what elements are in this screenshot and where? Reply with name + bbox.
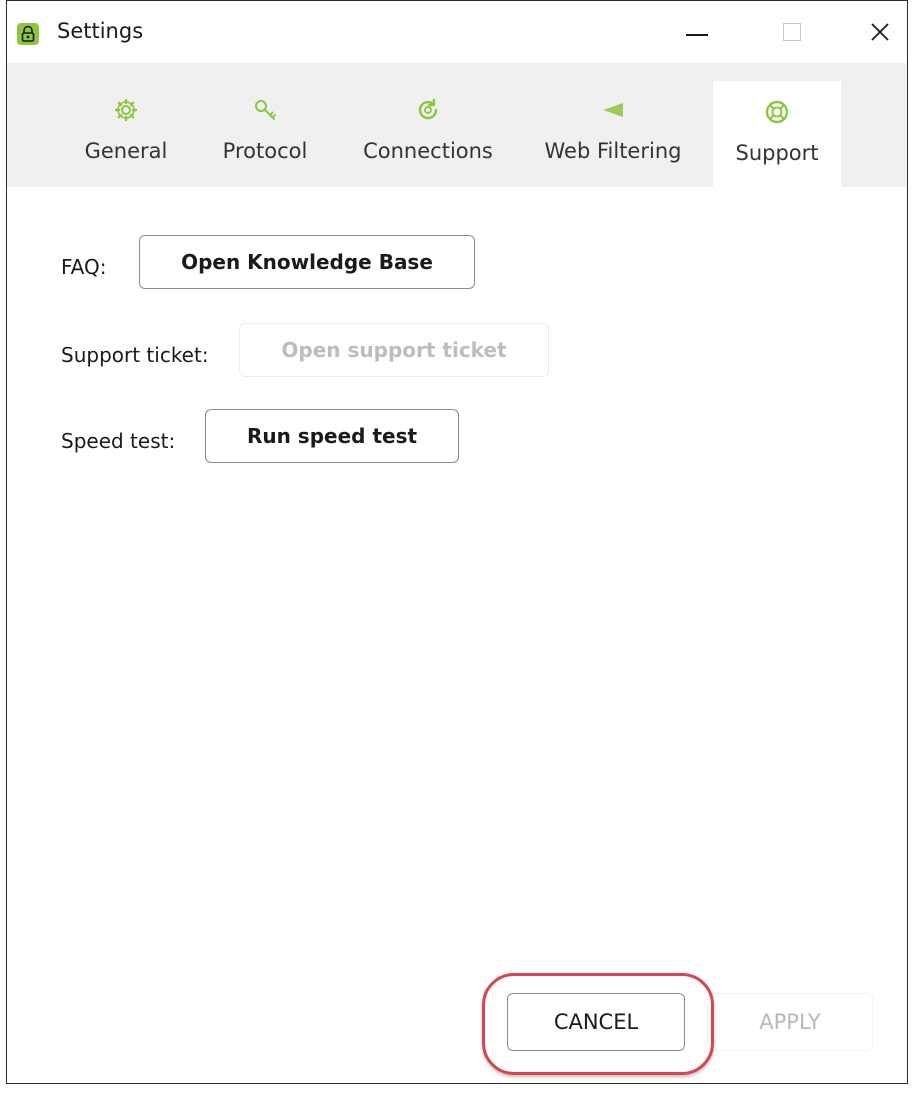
run-speed-test-button[interactable]: Run speed test: [205, 409, 459, 463]
open-support-ticket-button[interactable]: Open support ticket: [239, 323, 549, 377]
minimize-button[interactable]: [677, 15, 717, 49]
tab-label: Connections: [363, 139, 493, 163]
cancel-button[interactable]: CANCEL: [507, 993, 685, 1051]
faq-label: FAQ:: [61, 255, 107, 279]
maximize-icon: [783, 23, 801, 41]
tab-label: Web Filtering: [544, 139, 682, 163]
tab-connections[interactable]: Connections: [357, 63, 499, 187]
title-bar: Settings: [7, 1, 907, 63]
refresh-icon: [418, 98, 438, 120]
tab-web-filtering[interactable]: Web Filtering: [541, 63, 685, 187]
lifebuoy-icon: [765, 100, 789, 124]
tab-label: Support: [735, 141, 819, 165]
tab-support[interactable]: Support: [713, 81, 841, 187]
open-knowledge-base-button[interactable]: Open Knowledge Base: [139, 235, 475, 289]
minimize-icon: [686, 34, 708, 36]
tab-general[interactable]: General: [79, 63, 173, 187]
filter-icon: [603, 103, 623, 117]
gear-icon: [114, 98, 138, 122]
apply-button[interactable]: APPLY: [707, 993, 873, 1051]
key-icon: [255, 100, 276, 120]
close-button[interactable]: [860, 15, 900, 49]
tab-protocol[interactable]: Protocol: [213, 63, 317, 187]
tab-label: General: [84, 139, 168, 163]
tab-label: Protocol: [222, 139, 308, 163]
support-ticket-label: Support ticket:: [61, 343, 209, 367]
maximize-button[interactable]: [772, 15, 812, 49]
close-icon: [871, 23, 889, 41]
lock-icon: [17, 23, 39, 45]
speed-test-label: Speed test:: [61, 429, 176, 453]
support-panel: FAQ: Open Knowledge Base Support ticket:…: [7, 187, 907, 1083]
window-title: Settings: [57, 19, 144, 43]
settings-window: Settings General Protocol Connections We…: [6, 0, 908, 1084]
tab-strip: General Protocol Connections Web Filteri…: [7, 63, 907, 187]
